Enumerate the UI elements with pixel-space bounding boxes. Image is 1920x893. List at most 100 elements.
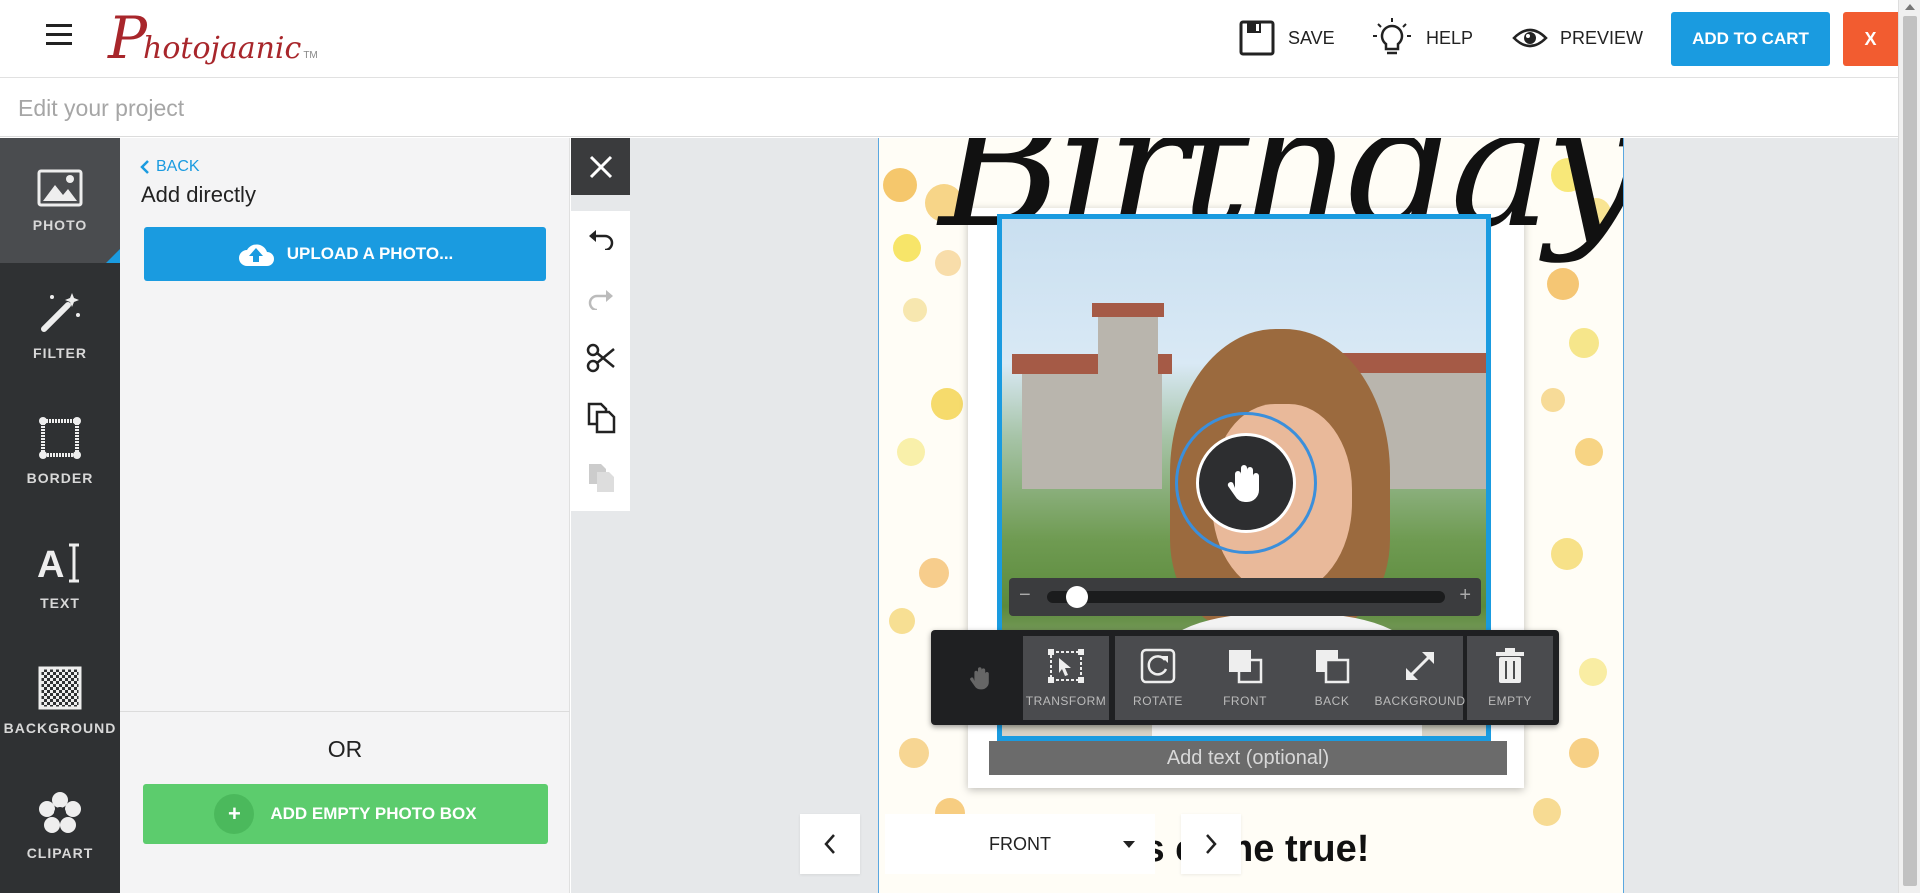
scrollbar-thumb[interactable] — [1903, 16, 1917, 886]
top-bar: P hotojaanic TM SAVE HELP PREVIEW ADD TO… — [0, 0, 1898, 78]
photo-action-toolbar: TRANSFORM ROTATE FRONT BACK BACKGROUND E… — [931, 630, 1559, 725]
zoom-slider-bar: − + — [1009, 578, 1481, 616]
paste-icon — [588, 464, 614, 492]
eye-icon — [1512, 28, 1548, 48]
plus-icon: + — [214, 794, 255, 834]
nav-item-filter[interactable]: FILTER — [0, 263, 120, 388]
photo-tower — [1098, 314, 1158, 374]
photo-building — [1022, 369, 1162, 489]
confetti-dot — [931, 388, 963, 420]
panel-heading: Add directly — [141, 182, 256, 207]
trash-icon — [1496, 648, 1524, 683]
upload-photo-button[interactable]: UPLOAD A PHOTO... — [144, 227, 546, 281]
card-canvas[interactable]: Birthday − + Add text (optional) ou sh — [878, 138, 1624, 893]
copy-icon — [587, 402, 615, 434]
confetti-dot — [1547, 268, 1579, 300]
project-title-input[interactable]: Edit your project — [18, 95, 184, 122]
send-back-icon — [1316, 650, 1350, 684]
nav-item-text[interactable]: A TEXT — [0, 513, 120, 638]
floppy-disk-icon — [1239, 20, 1275, 56]
transform-icon — [1048, 649, 1084, 683]
caption-text-input[interactable]: Add text (optional) — [989, 741, 1507, 775]
confetti-dot — [1569, 738, 1599, 768]
page-scrollbar[interactable] — [1898, 0, 1920, 893]
caret-down-icon — [1123, 841, 1135, 848]
border-icon — [39, 416, 81, 459]
photojaanic-logo[interactable]: P hotojaanic TM — [108, 6, 318, 70]
project-title-bar: Edit your project — [0, 79, 1898, 137]
close-icon — [589, 155, 612, 178]
transform-button[interactable]: TRANSFORM — [1023, 636, 1109, 720]
scroll-up-arrow-icon[interactable] — [1905, 4, 1915, 10]
confetti-dot — [897, 438, 925, 466]
next-page-button[interactable] — [1181, 814, 1241, 874]
bring-front-icon — [1229, 650, 1263, 684]
chevron-left-icon — [140, 160, 149, 174]
panel-divider — [120, 711, 570, 712]
edit-tool-strip — [571, 211, 630, 511]
confetti-dot — [903, 298, 927, 322]
flower-icon — [39, 791, 81, 833]
zoom-slider-handle[interactable] — [1065, 586, 1088, 608]
zoom-in-button[interactable]: + — [1459, 584, 1471, 607]
zoom-out-button[interactable]: − — [1019, 584, 1031, 607]
confetti-dot — [1551, 538, 1583, 570]
send-to-back-button[interactable]: BACK — [1289, 636, 1375, 720]
left-nav: PHOTO FILTER BORDER A TEXT BACKGROUND CL… — [0, 138, 120, 893]
redo-button[interactable] — [571, 274, 630, 324]
confetti-dot — [1541, 388, 1565, 412]
help-button[interactable]: HELP — [1370, 16, 1473, 60]
move-tool-button[interactable] — [939, 636, 1023, 720]
move-photo-handle[interactable] — [1196, 433, 1296, 533]
confetti-dot — [1575, 438, 1603, 466]
rotate-button[interactable]: ROTATE — [1115, 636, 1201, 720]
rotate-icon — [1140, 648, 1176, 684]
save-button[interactable]: SAVE — [1238, 16, 1335, 60]
confetti-dot — [889, 608, 915, 634]
add-photo-panel: BACK Add directly UPLOAD A PHOTO... OR +… — [120, 138, 570, 893]
hand-icon — [970, 667, 989, 690]
page-selector-dropdown[interactable]: FRONT — [885, 814, 1155, 874]
checkerboard-icon — [38, 666, 82, 709]
nav-item-photo[interactable]: PHOTO — [0, 138, 120, 263]
magic-wand-icon — [41, 292, 80, 332]
preview-button[interactable]: PREVIEW — [1512, 16, 1643, 60]
expand-icon — [1406, 652, 1434, 680]
confetti-dot — [893, 234, 921, 262]
or-separator: OR — [327, 736, 363, 762]
redo-icon — [588, 290, 613, 310]
previous-page-button[interactable] — [800, 814, 860, 874]
paste-button[interactable] — [571, 453, 630, 503]
confetti-dot — [919, 558, 949, 588]
cloud-upload-icon — [238, 244, 274, 266]
add-to-cart-button[interactable]: ADD TO CART — [1671, 12, 1830, 66]
confetti-dot — [883, 168, 917, 202]
nav-item-background[interactable]: BACKGROUND — [0, 638, 120, 763]
undo-button[interactable] — [571, 214, 630, 264]
close-tools-button[interactable] — [571, 138, 630, 195]
chevron-right-icon — [1206, 834, 1217, 854]
confetti-dot — [1579, 658, 1607, 686]
scissors-icon — [586, 343, 615, 373]
svg-text:A: A — [37, 544, 64, 585]
chevron-left-icon — [824, 834, 835, 854]
close-button[interactable]: X — [1843, 12, 1898, 66]
confetti-dot — [1533, 798, 1561, 826]
nav-item-clipart[interactable]: CLIPART — [0, 763, 120, 888]
copy-button[interactable] — [571, 393, 630, 443]
hamburger-menu-icon[interactable] — [46, 24, 72, 48]
lightbulb-icon — [1373, 18, 1411, 55]
empty-photo-button[interactable]: EMPTY — [1467, 636, 1553, 720]
nav-item-border[interactable]: BORDER — [0, 388, 120, 513]
back-link[interactable]: BACK — [140, 158, 200, 176]
confetti-dot — [899, 738, 929, 768]
photo-icon — [37, 169, 83, 206]
set-as-background-button[interactable]: BACKGROUND — [1375, 636, 1465, 720]
undo-icon — [588, 230, 613, 250]
photo-tower-roof — [1092, 303, 1164, 317]
bring-to-front-button[interactable]: FRONT — [1201, 636, 1289, 720]
add-empty-photo-box-button[interactable]: + ADD EMPTY PHOTO BOX — [143, 784, 548, 844]
zoom-track[interactable] — [1047, 591, 1445, 603]
hand-icon — [1227, 465, 1259, 502]
cut-button[interactable] — [571, 333, 630, 383]
